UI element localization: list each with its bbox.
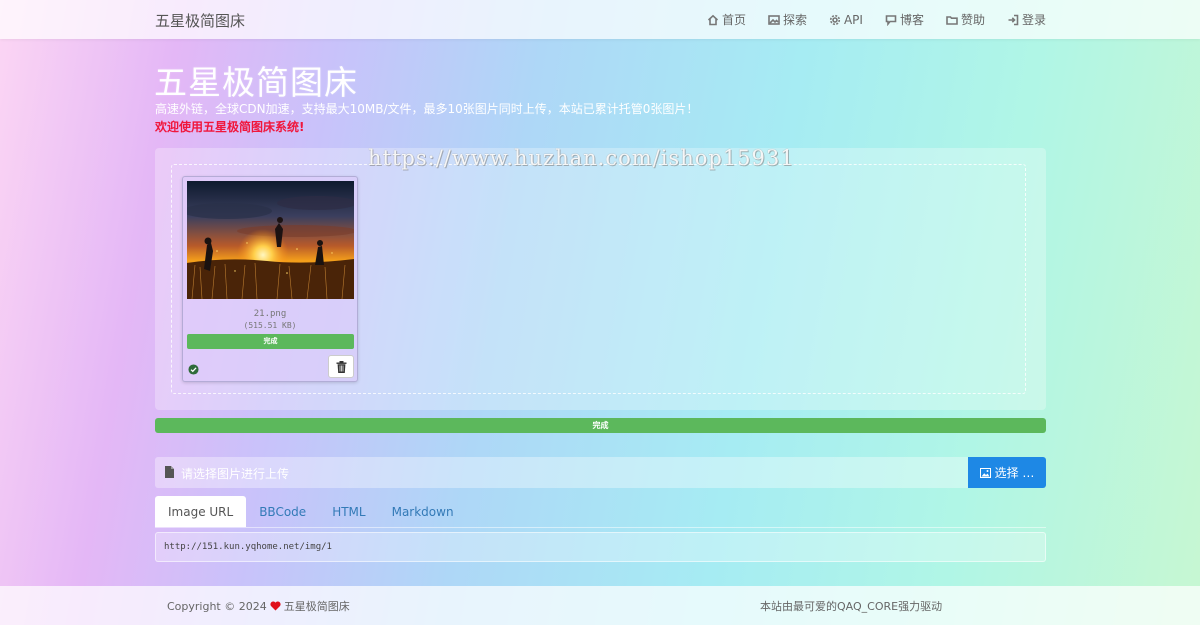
nav-link-explore[interactable]: 探索	[768, 11, 807, 28]
delete-file-button[interactable]	[328, 355, 354, 378]
copyright-site-name[interactable]: 五星极简图床	[284, 598, 350, 614]
footer: Copyright © 2024 五星极简图床 本站由最可爱的QAQ_CORE强…	[0, 586, 1200, 625]
footer-powered-by: 本站由最可爱的QAQ_CORE强力驱动	[760, 600, 943, 613]
footer-copyright: Copyright © 2024 五星极简图床	[167, 598, 350, 614]
nav-link-label: API	[843, 12, 863, 27]
nav-link-api[interactable]: API	[829, 11, 863, 28]
upload-progress-bar: 完成	[155, 418, 1046, 433]
sunset-image	[187, 181, 354, 299]
page-title: 五星极简图床	[154, 63, 358, 102]
file-input-caption[interactable]: 请选择图片进行上传	[155, 457, 968, 488]
watermark-text: https://www.huzhan.com/ishop15931	[368, 146, 795, 170]
heart-icon	[270, 601, 281, 611]
file-input-placeholder: 请选择图片进行上传	[181, 467, 290, 481]
file-icon	[165, 466, 174, 478]
tab-image-url[interactable]: Image URL	[155, 496, 247, 527]
file-name: 21.png	[253, 309, 287, 319]
tab-html[interactable]: HTML	[319, 496, 378, 527]
nav-link-home[interactable]: 首页	[707, 11, 746, 28]
file-progress-bar: 完成	[187, 334, 354, 349]
gear-icon	[829, 14, 841, 25]
file-size: (515.51 KB)	[243, 321, 297, 330]
navbar-brand[interactable]: 五星极简图床	[155, 10, 245, 31]
nav-link-label: 登录	[1021, 13, 1046, 27]
nav-link-label: 赞助	[960, 13, 985, 27]
nav-link-label: 探索	[782, 13, 807, 27]
tabs-divider	[155, 527, 1046, 528]
home-icon	[707, 14, 718, 25]
browse-button[interactable]: 选择 …	[968, 457, 1046, 488]
check-circle-icon	[188, 364, 199, 375]
nav-links: 首页 探索 API 博客 赞助 登录	[685, 11, 1046, 28]
file-preview-card: 21.png (515.51 KB) 完成	[182, 176, 358, 382]
login-icon	[1008, 14, 1019, 25]
copyright-text: Copyright © 2024	[167, 599, 267, 613]
browse-button-label: 选择 …	[994, 466, 1035, 480]
nav-link-login[interactable]: 登录	[1007, 11, 1046, 28]
nav-link-sponsor[interactable]: 赞助	[946, 11, 985, 28]
folder-icon	[946, 15, 958, 25]
file-input-group: 请选择图片进行上传 选择 …	[155, 457, 1046, 488]
url-output-text[interactable]: http://151.kun.yqhome.net/img/1	[164, 542, 332, 552]
upload-progress: 完成	[155, 418, 1046, 433]
image-thumbnail	[187, 181, 354, 299]
nav-link-blog[interactable]: 博客	[885, 11, 924, 28]
nav-link-label: 博客	[899, 13, 924, 27]
url-output-box[interactable]: http://151.kun.yqhome.net/img/1	[155, 532, 1046, 562]
image-icon	[979, 467, 991, 478]
comment-icon	[885, 14, 897, 26]
top-navbar: 五星极简图床 首页 探索 API 博客 赞助 登录	[0, 0, 1200, 39]
nav-link-label: 首页	[721, 13, 746, 27]
image-icon	[768, 14, 780, 25]
tab-bbcode[interactable]: BBCode	[246, 496, 319, 527]
site-description: 高速外链，全球CDN加速，支持最大10MB/文件，最多10张图片同时上传，本站已…	[155, 102, 699, 116]
tab-markdown[interactable]: Markdown	[379, 496, 467, 527]
link-format-tabs: Image URL BBCode HTML Markdown	[155, 496, 467, 527]
trash-icon	[336, 360, 346, 373]
welcome-message: 欢迎使用五星极简图床系统!	[155, 120, 305, 134]
